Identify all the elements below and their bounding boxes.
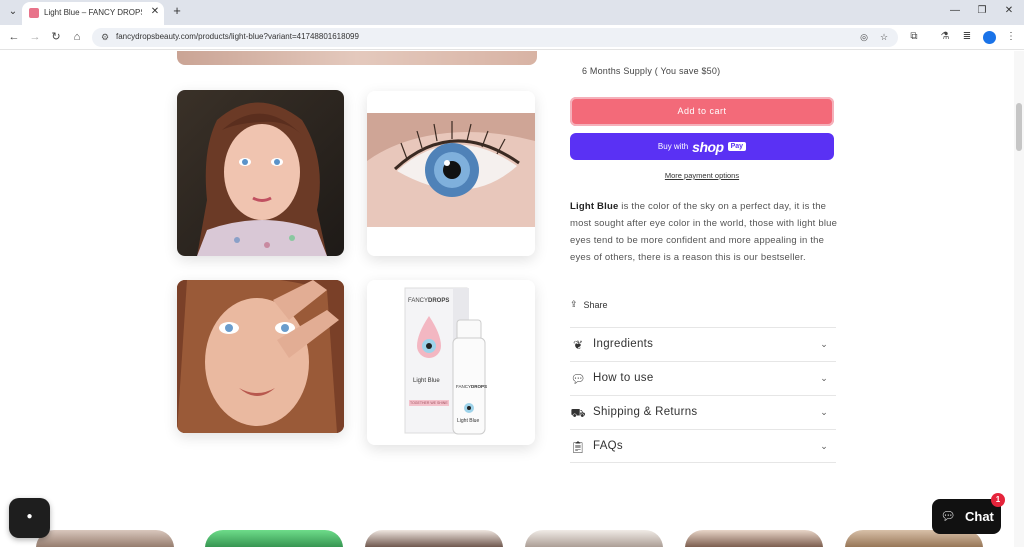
pay-badge: Pay <box>727 142 747 151</box>
new-tab-icon[interactable]: + <box>170 4 184 18</box>
shop-pay-content: Buy with shop Pay <box>570 133 834 160</box>
back-icon[interactable]: ← <box>7 30 21 44</box>
accordion-label: Shipping & Returns <box>593 406 698 418</box>
site-info-icon[interactable]: ⚙ <box>99 31 111 43</box>
buy-with-label: Buy with <box>657 142 689 151</box>
page-content: FANCYDROPS Light Blue TOGETHER WE SHINE … <box>0 51 1024 547</box>
review-card-image[interactable] <box>525 530 663 547</box>
forward-icon[interactable]: → <box>28 30 42 44</box>
leaf-icon: ❦ <box>572 338 584 352</box>
home-icon[interactable]: ⌂ <box>70 30 84 44</box>
more-payment-options-link[interactable]: More payment options <box>570 171 834 180</box>
shop-bag-icon: ● <box>26 511 33 522</box>
chat-label: Chat <box>965 509 994 524</box>
share-button[interactable]: ⇪ Share <box>570 299 608 310</box>
gallery-image-product-box[interactable]: FANCYDROPS Light Blue TOGETHER WE SHINE … <box>367 280 535 445</box>
chat-button[interactable]: 💬︎ Chat <box>932 499 1001 534</box>
gallery-image-eye-closeup[interactable] <box>367 91 535 256</box>
media-icon[interactable]: ≣ <box>960 30 974 44</box>
scrollbar-thumb[interactable] <box>1016 103 1022 151</box>
product-description: Light Blue is the color of the sky on a … <box>570 198 838 266</box>
favicon-icon <box>29 8 39 18</box>
bottle-brand: FANCYDROPS <box>456 384 488 389</box>
bookmark-star-icon[interactable]: ☆ <box>878 31 890 43</box>
extensions-icon[interactable]: ⧉ <box>907 30 921 44</box>
accordion-label: Ingredients <box>593 338 654 350</box>
accordion-label: FAQs <box>593 440 623 452</box>
browser-toolbar: ← → ↻ ⌂ ⚙ fancydropsbeauty.com/products/… <box>0 25 1024 50</box>
address-bar[interactable]: ⚙ fancydropsbeauty.com/products/light-bl… <box>92 28 898 47</box>
minimize-icon[interactable]: — <box>948 4 962 18</box>
tab-search-icon[interactable]: ⌄ <box>6 5 20 19</box>
accordion-how-to-use[interactable]: 💬︎ How to use ⌄ <box>570 361 836 395</box>
clipboard-icon: 📋︎ <box>570 440 586 454</box>
lab-flask-icon[interactable]: ⚗ <box>938 30 952 44</box>
accordion-ingredients[interactable]: ❦ Ingredients ⌄ <box>570 327 836 361</box>
accordion-shipping-returns[interactable]: ⛟ Shipping & Returns ⌄ <box>570 395 836 429</box>
shop-logo: shop <box>692 138 724 155</box>
browser-tab[interactable]: Light Blue – FANCY DROPS BE/ ✕ <box>22 2 164 25</box>
eye-off-icon[interactable]: ◎ <box>858 31 870 43</box>
box-tagline: TOGETHER WE SHINE <box>410 401 448 405</box>
restore-icon[interactable]: ❐ <box>975 4 989 18</box>
gallery-image-woman-peace-sign[interactable] <box>177 280 344 433</box>
chat-icon: 💬︎ <box>940 509 956 523</box>
accordion-faqs[interactable]: 📋︎ FAQs ⌄ <box>570 429 836 463</box>
chat-notification-badge: 1 <box>991 493 1005 507</box>
profile-avatar[interactable] <box>983 31 996 44</box>
window-close-icon[interactable]: ✕ <box>1002 4 1016 18</box>
share-label: Share <box>583 299 608 310</box>
menu-icon[interactable]: ⋮ <box>1004 30 1018 44</box>
review-card-image[interactable] <box>205 530 343 547</box>
share-icon: ⇪ <box>570 299 578 309</box>
description-product-name: Light Blue <box>570 201 619 212</box>
chat-launcher-button[interactable]: ● <box>9 498 50 538</box>
chat-bubble-icon: 💬︎ <box>570 372 586 386</box>
review-card-image[interactable] <box>685 530 823 547</box>
chevron-down-icon: ⌄ <box>820 441 828 451</box>
truck-icon: ⛟ <box>570 406 586 420</box>
bottle-label: Light Blue <box>457 418 480 424</box>
chevron-down-icon: ⌄ <box>820 373 828 383</box>
review-card-image[interactable] <box>365 530 503 547</box>
box-label: Light Blue <box>413 378 440 384</box>
url-text: fancydropsbeauty.com/products/light-blue… <box>116 32 359 41</box>
review-card-image[interactable] <box>36 530 174 547</box>
chevron-down-icon: ⌄ <box>820 339 828 349</box>
supply-option-label[interactable]: 6 Months Supply ( You save $50) <box>582 66 720 76</box>
tab-title: Light Blue – FANCY DROPS BE/ <box>44 8 142 17</box>
accordion-label: How to use <box>593 372 654 384</box>
gallery-image-top-partial[interactable] <box>177 51 537 65</box>
reload-icon[interactable]: ↻ <box>49 30 63 44</box>
buy-with-shop-pay-button[interactable]: Buy with shop Pay <box>570 133 834 160</box>
tab-close-icon[interactable]: ✕ <box>149 6 161 18</box>
gallery-image-woman-portrait[interactable] <box>177 90 344 256</box>
box-brand: FANCYDROPS <box>408 298 450 304</box>
browser-tab-bar: ⌄ Light Blue – FANCY DROPS BE/ ✕ + — ❐ ✕ <box>0 0 1024 25</box>
chevron-down-icon: ⌄ <box>820 407 828 417</box>
add-to-cart-button[interactable]: Add to cart <box>570 97 834 126</box>
